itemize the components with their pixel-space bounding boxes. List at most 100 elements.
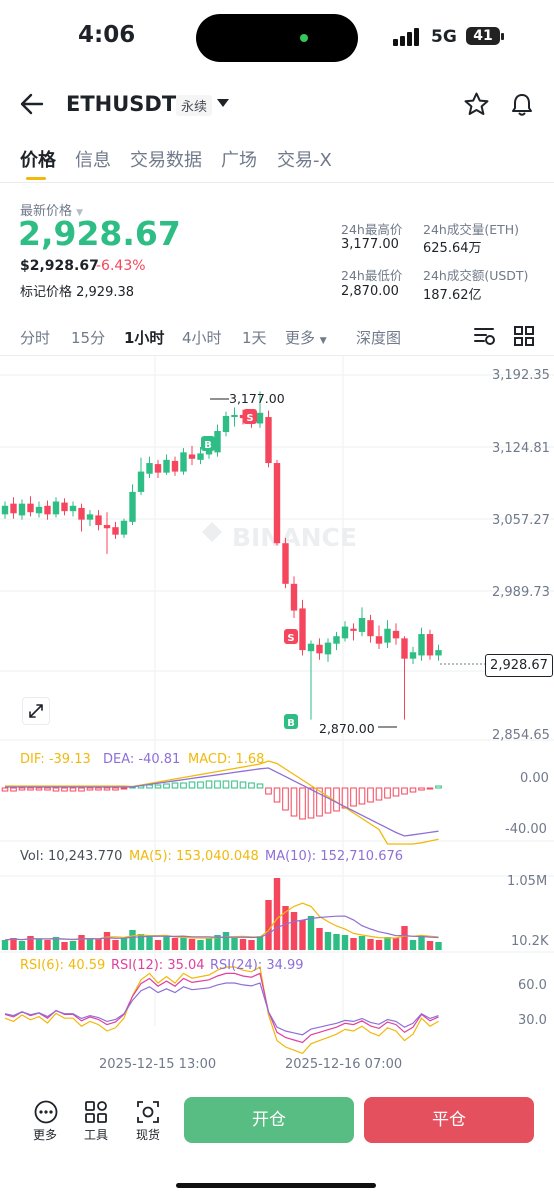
grid-layout-icon[interactable] xyxy=(514,326,534,346)
more-label[interactable]: 更多 xyxy=(33,1126,57,1143)
macd-bar xyxy=(205,780,213,789)
macd-bar xyxy=(188,781,196,789)
tab-info[interactable]: 信息 xyxy=(75,146,111,172)
candle-body xyxy=(197,453,204,460)
kline-chart[interactable]: BINANCE B S S B xyxy=(0,356,554,1056)
candle-body xyxy=(316,644,323,654)
binance-logo-icon xyxy=(202,522,222,542)
price-axis-label: 3,124.81 xyxy=(492,441,550,456)
indicator-settings-icon[interactable] xyxy=(474,326,496,346)
tab-trade-x[interactable]: 交易-X xyxy=(277,146,332,172)
rsi-6-line xyxy=(4,966,439,1055)
macd-bar xyxy=(44,787,51,791)
rsi-6: RSI(6): 40.59 xyxy=(20,958,106,973)
interval-4h[interactable]: 4小时 xyxy=(182,327,222,348)
back-arrow-icon[interactable] xyxy=(20,93,44,115)
macd-bar xyxy=(324,787,332,814)
macd-bar xyxy=(375,787,383,801)
volume-bar xyxy=(112,940,119,950)
spot-label[interactable]: 现货 xyxy=(136,1126,160,1143)
tab-square[interactable]: 广场 xyxy=(221,146,257,172)
volume-bar xyxy=(120,938,128,950)
macd-bar xyxy=(239,781,247,789)
symbol-title[interactable]: ETHUSDT xyxy=(66,92,176,116)
macd-bar xyxy=(78,787,85,792)
volume-bar xyxy=(307,916,315,950)
rsi-axis-label: 60.0 xyxy=(518,978,547,993)
macd-bar xyxy=(61,787,68,792)
tools-button[interactable] xyxy=(84,1100,108,1128)
candle-body xyxy=(214,430,221,453)
last-price: 2,928.67 xyxy=(18,214,181,253)
candle-body xyxy=(418,634,425,656)
volume-eth-label: 24h成交量(ETH) xyxy=(423,222,520,237)
macd-bar xyxy=(418,787,425,791)
price-axis-label: 3,192.35 xyxy=(492,368,550,383)
volume-axis-label: 1.05M xyxy=(507,874,548,889)
interval-more[interactable]: 更多 ▼ xyxy=(285,327,327,348)
open-position-button[interactable]: 开仓 xyxy=(184,1097,354,1143)
rsi-axis-label: 30.0 xyxy=(518,1013,547,1028)
volume-ma5: MA(5): 153,040.048 xyxy=(129,849,259,864)
bell-icon[interactable] xyxy=(510,92,534,117)
volume-bar xyxy=(358,936,366,950)
volume-bar xyxy=(61,942,68,950)
macd-bar xyxy=(409,787,417,793)
current-price-tag: 2,928.67 xyxy=(485,654,553,677)
candle-body xyxy=(282,543,289,584)
fullscreen-button[interactable] xyxy=(22,697,50,725)
volume-usdt-value: 187.62亿 xyxy=(423,288,482,303)
volume-bar xyxy=(265,900,272,950)
interval-line[interactable]: 分时 xyxy=(20,327,50,348)
battery-cap xyxy=(501,33,504,40)
candle-body xyxy=(256,412,264,424)
macd-bar xyxy=(401,787,408,795)
interval-1d[interactable]: 1天 xyxy=(242,327,267,348)
volume-bar xyxy=(27,936,34,950)
tools-icon xyxy=(85,1101,107,1123)
buy-marker-label: B xyxy=(287,718,295,729)
price-axis-label: 3,057.27 xyxy=(492,513,550,528)
star-icon[interactable] xyxy=(464,92,489,116)
tools-label[interactable]: 工具 xyxy=(84,1126,108,1143)
macd-bar xyxy=(265,787,272,795)
candle-body xyxy=(137,471,145,492)
volume-bar xyxy=(401,926,408,950)
rsi-12: RSI(12): 35.04 xyxy=(111,958,205,973)
macd-bar xyxy=(256,783,264,789)
signal-icon xyxy=(393,28,419,46)
candle-body xyxy=(112,527,119,535)
macd-bar xyxy=(112,787,119,791)
close-position-button[interactable]: 平仓 xyxy=(364,1097,534,1143)
volume-bar xyxy=(367,939,374,950)
macd-bar xyxy=(103,787,111,791)
usd-price: $2,928.67 xyxy=(20,258,99,274)
macd-bar xyxy=(273,787,281,803)
perpetual-badge: 永续 xyxy=(176,95,213,116)
candle-body xyxy=(129,491,136,522)
candle-body xyxy=(273,463,281,544)
interval-1h[interactable]: 1小时 xyxy=(124,327,164,348)
spot-button[interactable] xyxy=(136,1100,160,1128)
volume-bar xyxy=(205,938,213,950)
macd-bar xyxy=(282,787,289,811)
candle-body xyxy=(44,505,51,515)
macd-bar xyxy=(146,784,153,789)
volume-bar xyxy=(86,938,94,950)
camera-indicator-icon xyxy=(300,34,308,42)
depth-chart-tab[interactable]: 深度图 xyxy=(356,327,401,348)
tab-trading-data[interactable]: 交易数据 xyxy=(130,146,202,172)
candle-body xyxy=(435,650,442,656)
buy-marker-label: B xyxy=(204,440,212,451)
volume-bar xyxy=(435,942,442,950)
volume-bar xyxy=(426,941,434,950)
volume-bar xyxy=(290,912,298,950)
volume-bar xyxy=(103,932,111,950)
volume-bar xyxy=(375,940,383,950)
dropdown-caret-icon[interactable] xyxy=(217,99,229,108)
tab-price[interactable]: 价格 xyxy=(20,146,56,172)
interval-15m[interactable]: 15分 xyxy=(71,327,105,348)
candle-body xyxy=(188,454,196,459)
candle-body xyxy=(299,608,306,651)
volume-bar xyxy=(95,939,102,950)
